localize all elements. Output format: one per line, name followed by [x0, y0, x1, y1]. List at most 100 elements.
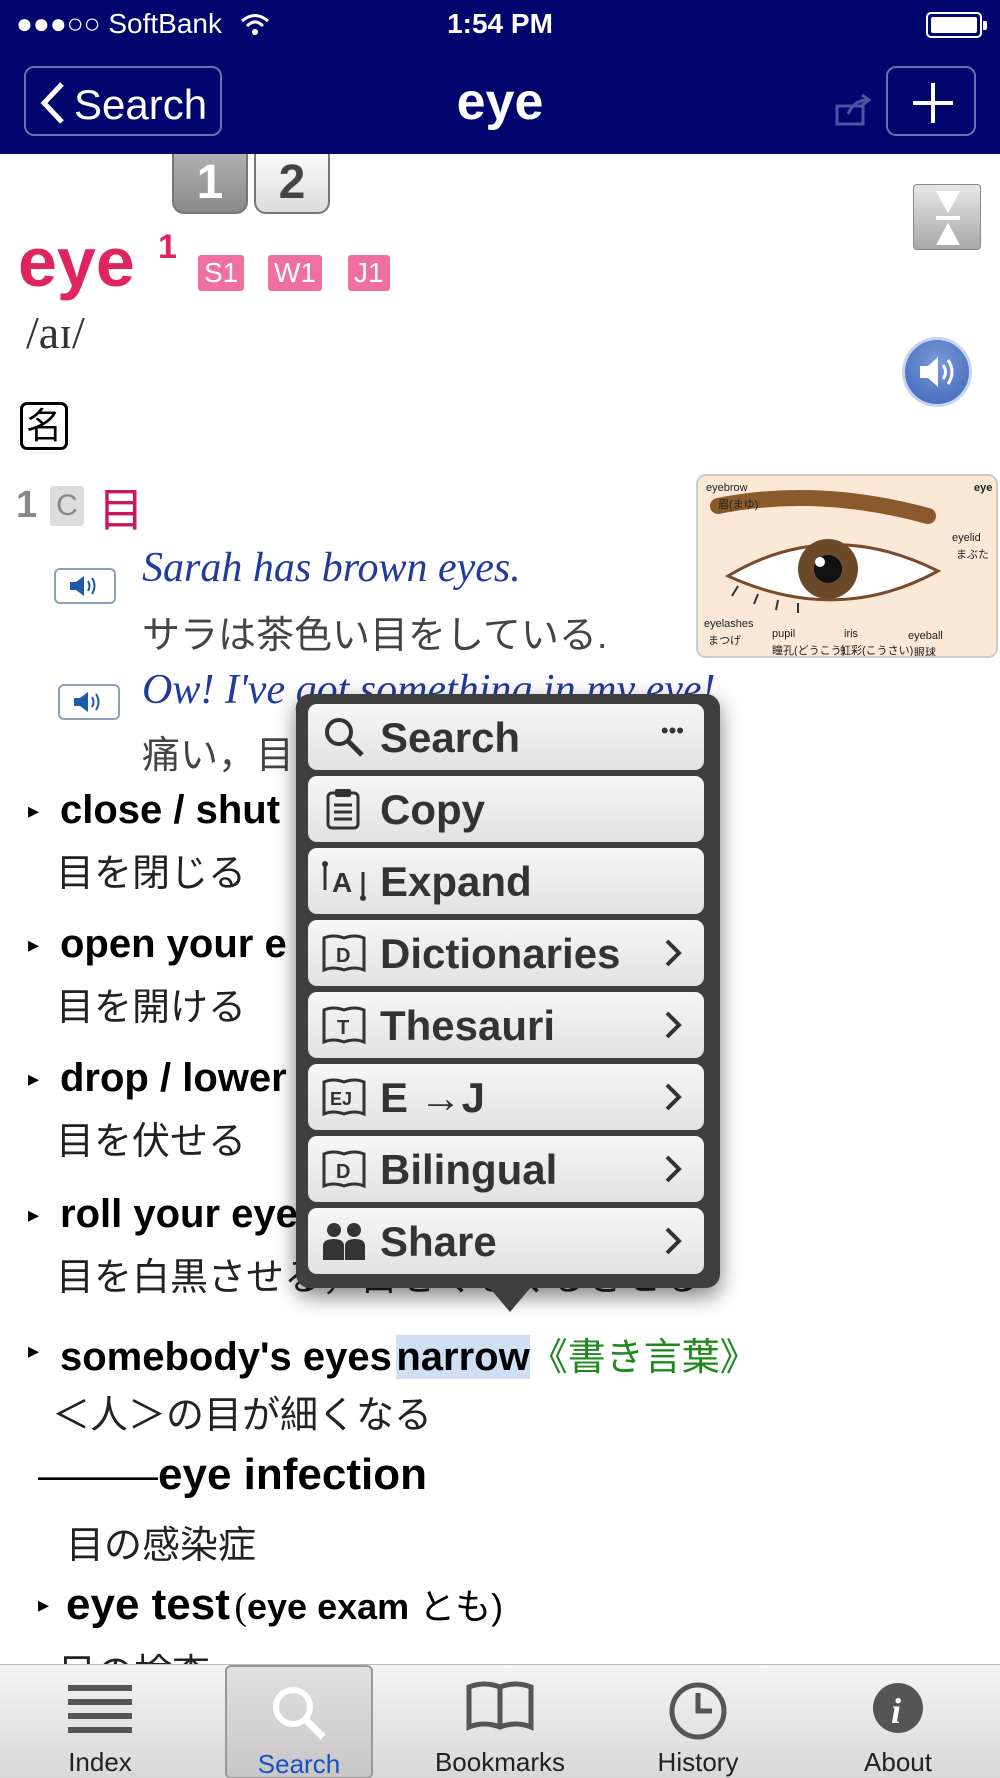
headword: eye	[18, 223, 135, 301]
menu-item-thesauri[interactable]: T Thesauri	[308, 992, 704, 1058]
phrase-5-en: somebody's eyes	[60, 1335, 392, 1379]
menu-item-label: Share	[380, 1218, 497, 1265]
entry-tab-2[interactable]: 2	[254, 154, 330, 214]
speaker-icon	[920, 357, 954, 387]
countable-badge: C	[50, 486, 84, 526]
eye-illustration[interactable]: eyebrow 眉(まゆ) eye eyelid まぶた eyelashes ま…	[696, 474, 998, 658]
compound-line: ―――eye infection	[38, 1450, 427, 1500]
tab-bar: Index Search Bookmarks History i About	[0, 1664, 1000, 1778]
menu-item-label: Copy	[380, 786, 485, 833]
book-icon	[466, 1681, 534, 1731]
collapse-arrows-icon	[936, 191, 960, 245]
tab-bookmarks[interactable]: Bookmarks	[430, 1665, 570, 1778]
tab-label: Index	[68, 1747, 132, 1777]
part-of-speech-badge: 名	[20, 402, 68, 450]
info-icon: i	[873, 1683, 923, 1733]
example-1-ja: サラは茶色い目をしている.	[142, 615, 608, 657]
example-1-en: Sarah has brown eyes.	[142, 545, 521, 591]
magnifier-icon	[325, 718, 364, 757]
eyetest-note-ja: とも)	[409, 1586, 504, 1627]
context-menu-pointer	[488, 1286, 532, 1312]
chevron-right-icon	[665, 1227, 682, 1255]
menu-item-label: Thesauri	[380, 1002, 556, 1049]
svg-text:D: D	[336, 945, 350, 967]
phrase-1-en: close / shut	[60, 788, 281, 832]
eyetest-ja: 目の検査	[58, 1642, 210, 1664]
eyetest-en: eye test	[66, 1580, 230, 1629]
speaker-icon	[70, 576, 96, 596]
menu-item-expand[interactable]: A Expand	[308, 848, 704, 914]
label-pupil: pupil	[772, 628, 796, 640]
freq-badge-s1: S1	[198, 255, 245, 291]
menu-item-bilingual[interactable]: D Bilingual	[308, 1136, 704, 1202]
phrase-bullet: ▸	[28, 1338, 40, 1363]
phrase-bullet: ▸	[28, 1066, 40, 1091]
label-iris: iris	[844, 628, 859, 640]
menu-item-share[interactable]: Share	[308, 1208, 704, 1274]
more-icon[interactable]: •••	[661, 718, 684, 744]
chevron-right-icon	[665, 1083, 682, 1111]
menu-item-label: E →J	[380, 1074, 486, 1121]
svg-text:T: T	[337, 1017, 349, 1039]
compound-ja: 目の感染症	[66, 1525, 257, 1567]
tab-label: Bookmarks	[434, 1747, 566, 1777]
label-eyelashes-ja: まつげ	[708, 635, 741, 647]
battery-icon	[926, 12, 987, 38]
phrase-3-en: drop / lower	[60, 1056, 287, 1100]
ej-book-icon: EJ	[322, 1078, 366, 1117]
menu-item-e-to-j[interactable]: EJ E →J	[308, 1064, 704, 1130]
label-eyebrow: eyebrow	[706, 482, 748, 494]
plus-icon	[913, 83, 953, 123]
collapse-button[interactable]	[913, 184, 981, 250]
selected-word[interactable]: narrow	[396, 1335, 530, 1379]
bilingual-book-icon: D	[322, 1150, 366, 1189]
freq-badge-j1: J1	[348, 255, 390, 291]
eyetest-note-en: eye exam	[247, 1586, 410, 1627]
pronunciation: /aɪ/	[26, 307, 85, 358]
entry-tab-1[interactable]: 1	[172, 154, 248, 214]
chevron-right-icon	[665, 939, 682, 967]
play-pronunciation-button[interactable]	[902, 337, 972, 407]
tab-label: Search	[257, 1749, 341, 1778]
clipboard-icon	[326, 789, 360, 830]
register-tag: 《書き言葉》	[529, 1337, 758, 1379]
tab-about[interactable]: i About	[840, 1665, 956, 1778]
sense-definition: 目	[98, 484, 144, 536]
phrase-5-line: somebody's eyes narrow《書き言葉》	[60, 1326, 758, 1381]
tab-history[interactable]: History	[640, 1665, 756, 1778]
label-eyelid-ja: まぶた	[956, 549, 989, 561]
menu-item-search[interactable]: Search •••	[308, 704, 704, 770]
search-icon	[273, 1687, 326, 1740]
phrase-2-en: open your e	[60, 922, 287, 966]
label-eyeball-ja: 眼球	[914, 647, 936, 658]
headword-superscript: 1	[158, 228, 177, 266]
sense-number: 1	[16, 484, 38, 526]
tab-search[interactable]: Search	[225, 1665, 373, 1778]
chevron-right-icon	[665, 1011, 682, 1039]
dictionary-book-icon: D	[322, 934, 366, 973]
add-bookmark-button[interactable]	[886, 66, 976, 136]
phrase-bullet: ▸	[28, 798, 40, 823]
phrase-bullet: ▸	[28, 1202, 40, 1227]
label-eyelashes: eyelashes	[704, 618, 754, 630]
svg-text:i: i	[891, 1691, 901, 1731]
tab-index[interactable]: Index	[40, 1665, 160, 1778]
label-eyelid: eyelid	[952, 532, 981, 544]
svg-text:EJ: EJ	[330, 1089, 352, 1109]
menu-item-dictionaries[interactable]: D Dictionaries	[308, 920, 704, 986]
speaker-icon	[74, 692, 100, 712]
share-icon[interactable]	[834, 92, 874, 128]
tab-label: About	[864, 1747, 932, 1777]
example-2-audio-button[interactable]	[58, 684, 120, 720]
menu-item-label: Dictionaries	[380, 930, 621, 977]
people-icon	[323, 1223, 365, 1260]
phrase-bullet: ▸	[38, 1592, 50, 1617]
clock: 1:54 PM	[447, 8, 553, 39]
eyetest-paren: (	[234, 1586, 247, 1628]
menu-item-copy[interactable]: Copy	[308, 776, 704, 842]
phrase-5-ja: ＜人＞の目が細くなる	[52, 1395, 433, 1437]
status-bar: ●●●○○ SoftBank 1:54 PM	[0, 0, 1000, 50]
example-1-audio-button[interactable]	[54, 568, 116, 604]
eyetest-line: eye test (eye exam とも)	[66, 1578, 503, 1630]
phrase-2-ja: 目を開ける	[56, 987, 247, 1029]
